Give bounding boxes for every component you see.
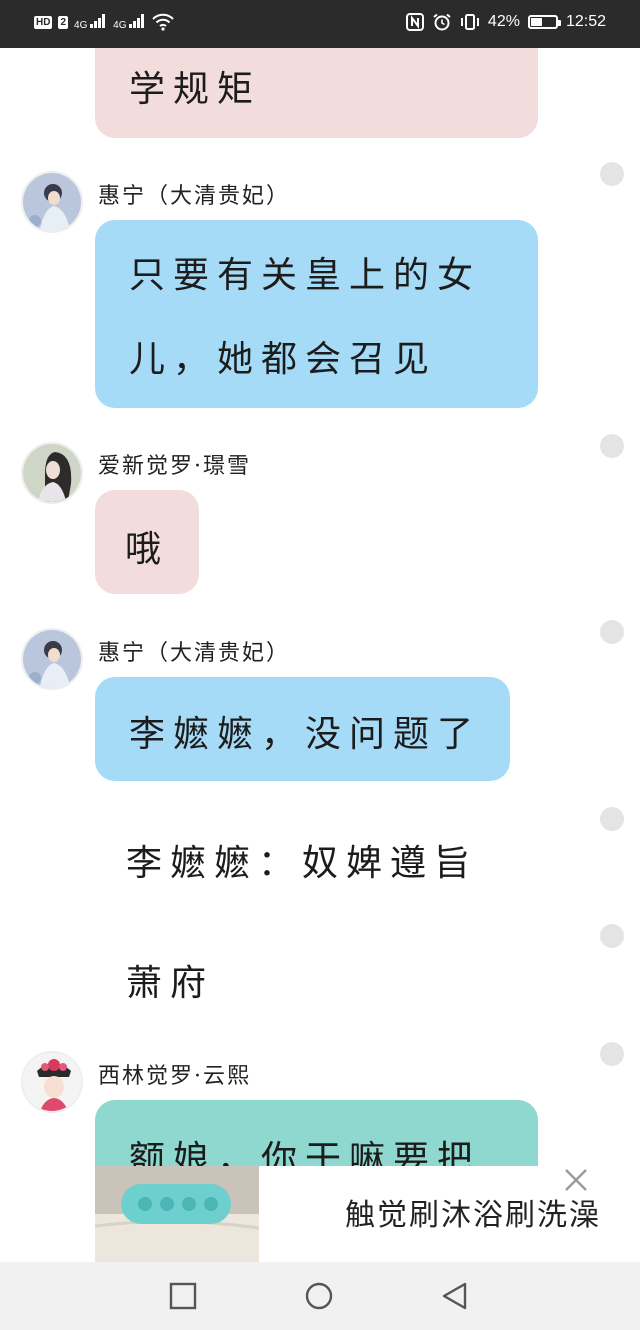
signal-icon-1: 4G (74, 13, 107, 31)
message-text-line: 只要有关皇上的女 (129, 255, 482, 296)
clock: 12:52 (565, 13, 606, 30)
message-bubble[interactable]: 李嬷嬷，没问题了 (95, 677, 510, 781)
message-text: 学规矩 (129, 69, 262, 110)
network-label-2: 4G (113, 19, 127, 31)
signal-icon-2: 4G (113, 13, 146, 31)
circle-home-icon[interactable] (305, 1282, 333, 1310)
message-bubble[interactable]: 哦 (95, 490, 199, 594)
sender-name: 西林觉罗·云熙 (98, 1064, 251, 1089)
avatar-huining[interactable] (21, 171, 83, 233)
sender-name: 惠宁（大清贵妃） (98, 641, 291, 666)
sender-name: 惠宁（大清贵妃） (98, 184, 291, 209)
unread-dot (600, 807, 624, 831)
system-nav-bar (0, 1262, 640, 1330)
avatar-huining[interactable] (21, 628, 83, 690)
unread-dot (600, 620, 624, 644)
nfc-icon (405, 13, 424, 31)
message-bubble[interactable]: 额娘，你干嘛要把 (95, 1100, 538, 1166)
chat-area[interactable]: 学规矩 惠宁（大清贵妃） 只要有关皇上的女 儿，她都会召见 爱新觉罗·璟雪 哦 (0, 48, 640, 1166)
narration-text: 李嬷嬷：奴婢遵旨 (126, 843, 479, 884)
close-icon[interactable] (562, 1166, 590, 1200)
ad-image[interactable] (95, 1166, 259, 1262)
message-text: 额娘，你干嘛要把 (129, 1139, 482, 1166)
battery-percent: 42% (487, 13, 520, 30)
message-text-line: 儿，她都会召见 (129, 339, 438, 380)
unread-dot (600, 434, 624, 458)
network-label-1: 4G (74, 19, 88, 31)
narration-text: 萧府 (126, 963, 215, 1004)
unread-dot (600, 1042, 624, 1066)
vibrate-icon (460, 14, 479, 30)
sim-slot-badge: 2 (58, 15, 69, 29)
ad-banner[interactable]: 触觉刷沐浴刷洗澡 (95, 1166, 640, 1262)
message-bubble[interactable]: 学规矩 (95, 48, 538, 138)
alarm-icon (433, 13, 451, 31)
wifi-icon (152, 13, 174, 31)
triangle-back-icon[interactable] (441, 1282, 469, 1310)
unread-dot (600, 924, 624, 948)
message-bubble[interactable]: 只要有关皇上的女 儿，她都会召见 (95, 220, 538, 408)
hd-badge: HD (34, 15, 53, 29)
avatar-yunxi[interactable] (21, 1051, 83, 1113)
square-recent-icon[interactable] (169, 1282, 197, 1310)
message-text: 哦 (125, 529, 170, 570)
battery-icon (527, 15, 561, 29)
avatar-jingxue[interactable] (21, 442, 83, 504)
status-bar: HD 2 4G 4G 42% 12:52 (0, 0, 640, 48)
sender-name: 爱新觉罗·璟雪 (98, 454, 251, 479)
message-text: 李嬷嬷，没问题了 (129, 714, 482, 755)
unread-dot (600, 162, 624, 186)
